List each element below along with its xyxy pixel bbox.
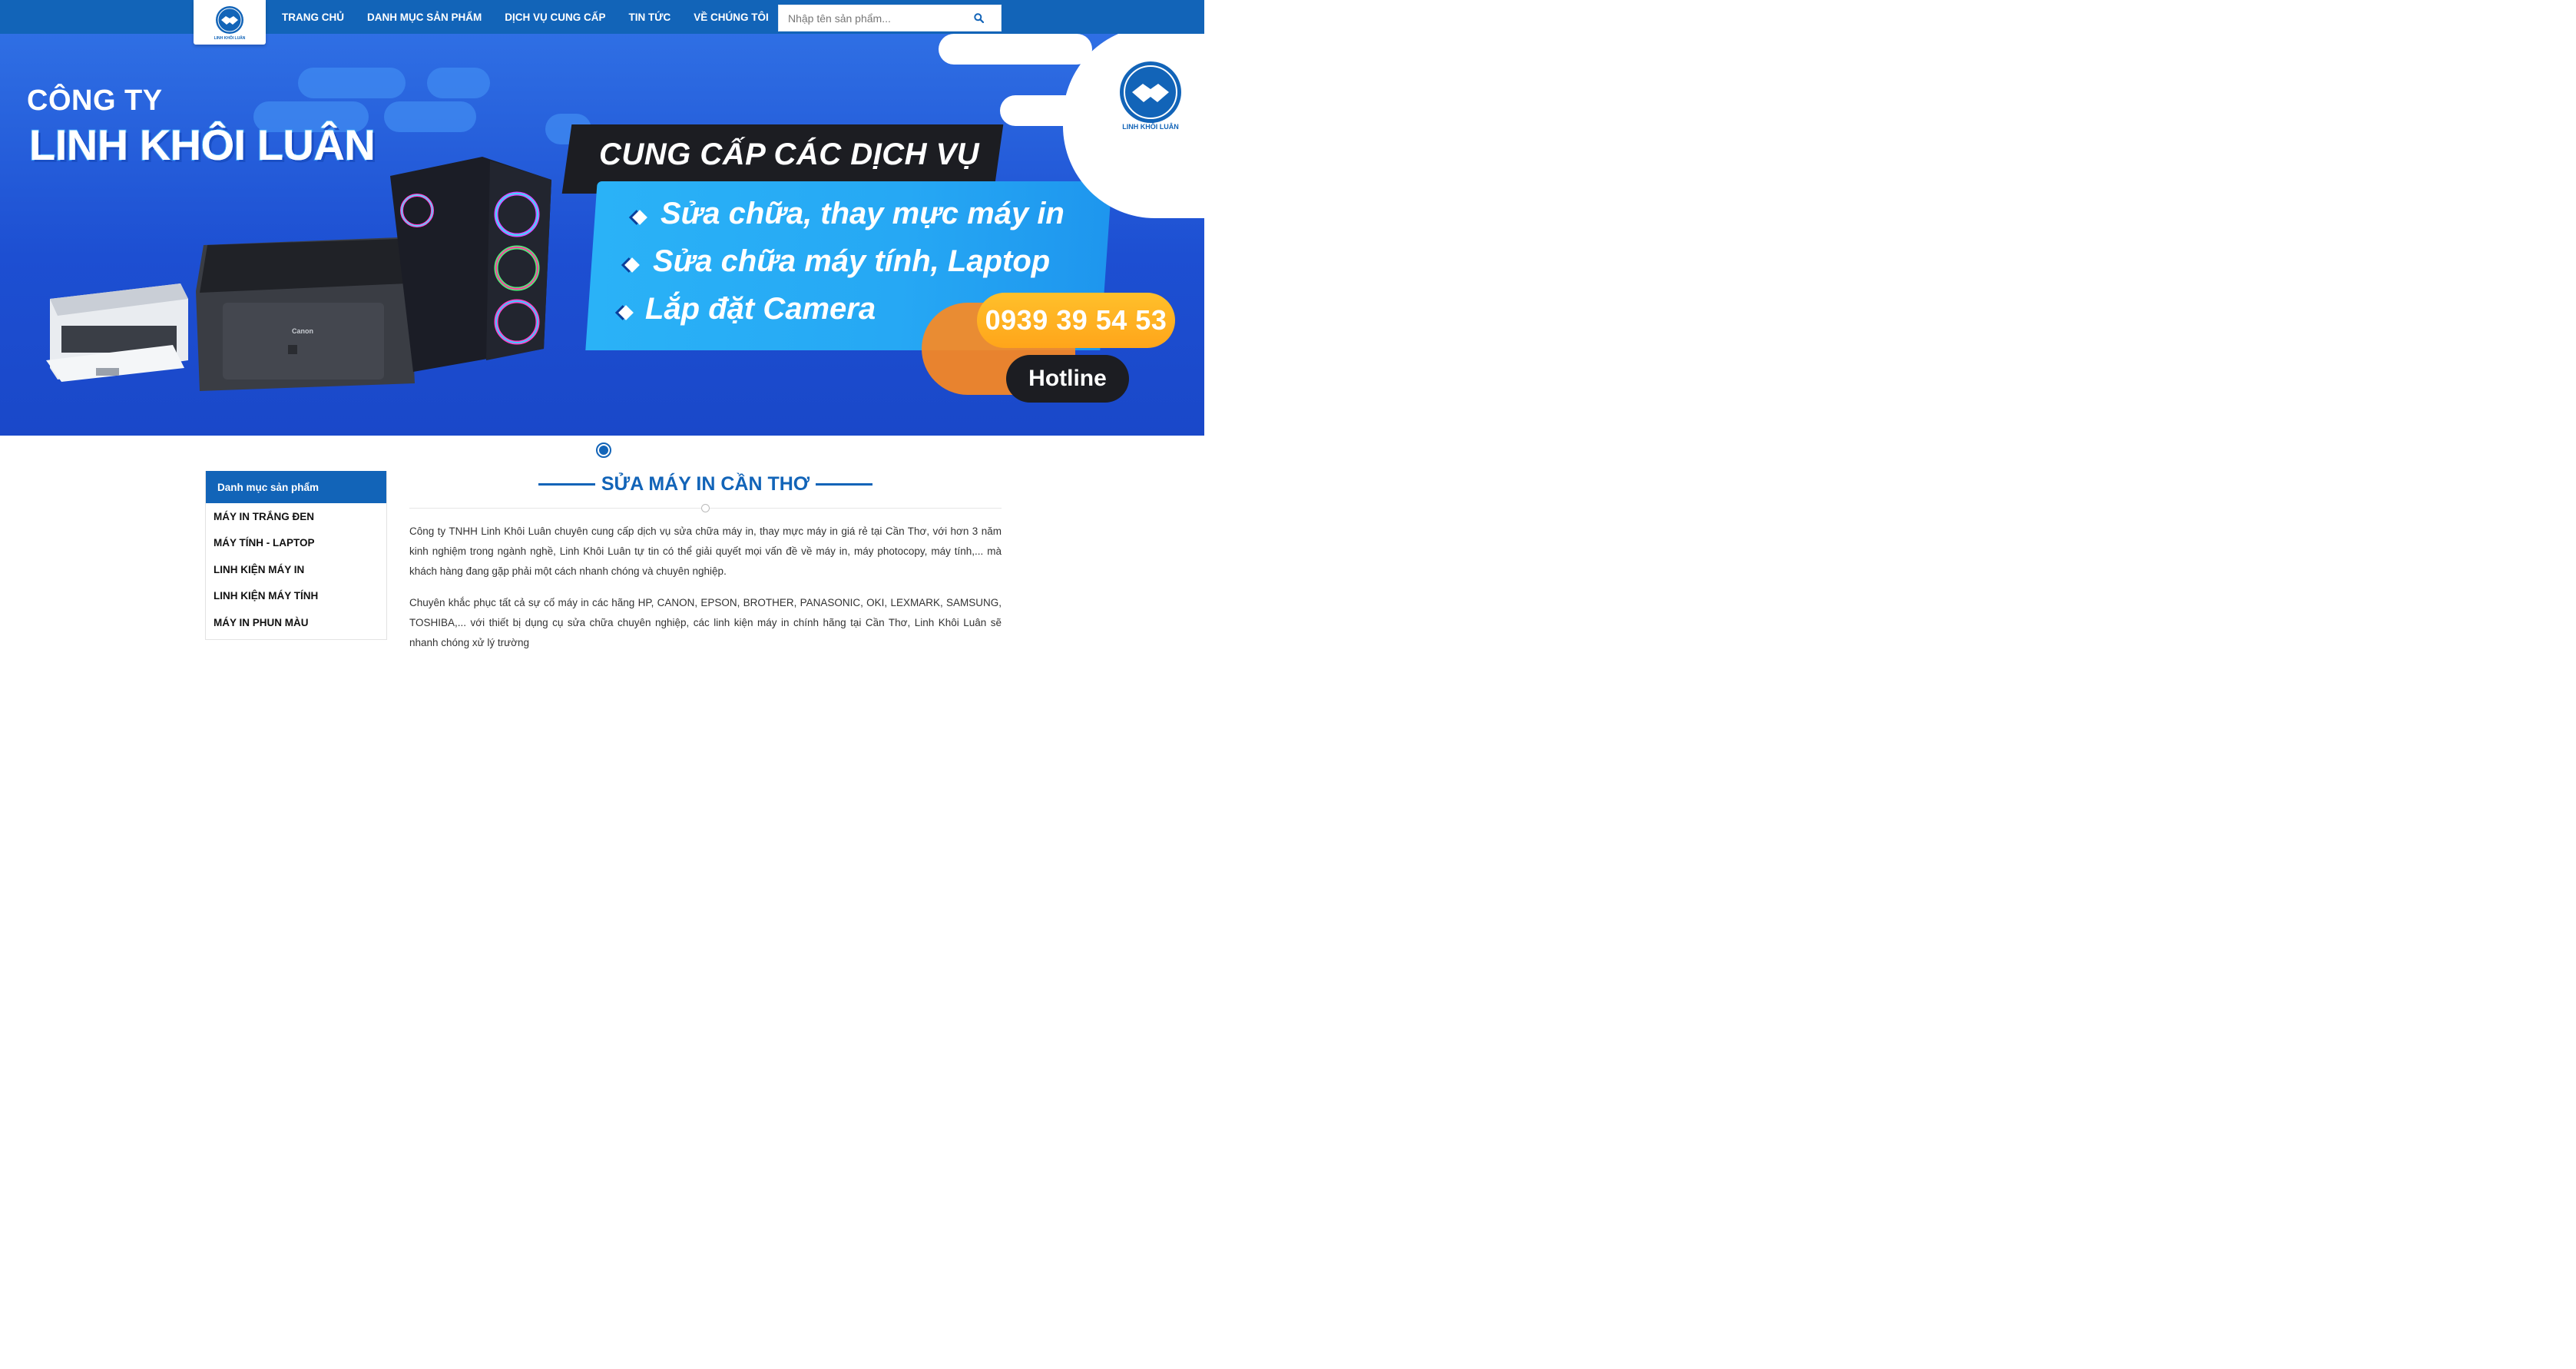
slider-dot-active[interactable]	[596, 443, 611, 458]
laser-printer-image	[46, 283, 188, 382]
nav-item-about-us[interactable]: VỀ CHÚNG TÔI	[682, 12, 780, 23]
service-item: Sửa chữa máy tính, Laptop	[653, 244, 1051, 278]
nav-item-news[interactable]: TIN TỨC	[618, 12, 683, 23]
site-logo[interactable]: LINH KHÔI LUÂN	[194, 0, 266, 45]
nav-item-services[interactable]: DỊCH VỤ CUNG CẤP	[493, 12, 617, 23]
handshake-logo-icon	[1120, 61, 1181, 123]
company-name: LINH KHÔI LUÂN	[28, 120, 376, 170]
gaming-pc-image	[390, 157, 551, 372]
brands-paragraph: Chuyên khắc phục tất cả sự cố máy in các…	[409, 597, 1002, 648]
search-box	[778, 5, 1002, 31]
canon-printer-image: Canon	[196, 237, 415, 391]
search-button[interactable]	[956, 5, 1001, 31]
section-title-wrap: SỬA MÁY IN CẦN THƠ	[409, 470, 1002, 498]
sidebar-title: Danh mục sản phẩm	[206, 471, 386, 503]
banner-logo-text: LINH KHÔI LUÂN	[1122, 123, 1179, 131]
main-nav: TRANG CHỦ DANH MỤC SẢN PHẨM DỊCH VỤ CUNG…	[270, 0, 780, 34]
services-heading: CUNG CẤP CÁC DỊCH VỤ	[599, 138, 980, 171]
product-category-sidebar: Danh mục sản phẩm MÁY IN TRẮNG ĐEN MÁY T…	[205, 471, 387, 640]
title-divider-left	[538, 482, 595, 486]
phone-number: 0939 39 54 53	[977, 293, 1175, 348]
top-navigation-bar: TRANG CHỦ DANH MỤC SẢN PHẨM DỊCH VỤ CUNG…	[0, 0, 1204, 34]
hero-banner[interactable]: CÔNG TY LINH KHÔI LUÂN Canon CUNG CẤP CÁ…	[0, 34, 1204, 436]
search-input[interactable]	[779, 5, 956, 31]
search-icon	[973, 13, 984, 23]
title-divider-right	[816, 482, 873, 486]
handshake-logo-icon	[216, 5, 243, 34]
logo-text: LINH KHÔI LUÂN	[214, 35, 246, 41]
nav-item-home[interactable]: TRANG CHỦ	[270, 12, 356, 23]
nav-item-product-categories[interactable]: DANH MỤC SẢN PHẨM	[356, 12, 493, 23]
divider-dot	[701, 504, 710, 512]
hotline-label: Hotline	[1006, 355, 1129, 403]
svg-text:Canon: Canon	[292, 327, 313, 335]
sidebar-item-bw-printer[interactable]: MÁY IN TRẮNG ĐEN	[206, 503, 386, 530]
sidebar-item-inkjet-printer[interactable]: MÁY IN PHUN MÀU	[206, 609, 386, 636]
sidebar-item-printer-parts[interactable]: LINH KIỆN MÁY IN	[206, 556, 386, 583]
company-prefix: CÔNG TY	[27, 85, 163, 117]
service-item: Sửa chữa, thay mực máy in	[661, 197, 1065, 230]
service-item: Lắp đặt Camera	[645, 292, 876, 326]
section-title: SỬA MÁY IN CẦN THƠ	[601, 472, 810, 495]
sidebar-item-computer-parts[interactable]: LINH KIỆN MÁY TÍNH	[206, 583, 386, 610]
intro-paragraph: Công ty TNHH Linh Khôi Luân chuyên cung …	[409, 525, 1002, 577]
sidebar-item-computer-laptop[interactable]: MÁY TÍNH - LAPTOP	[206, 530, 386, 557]
